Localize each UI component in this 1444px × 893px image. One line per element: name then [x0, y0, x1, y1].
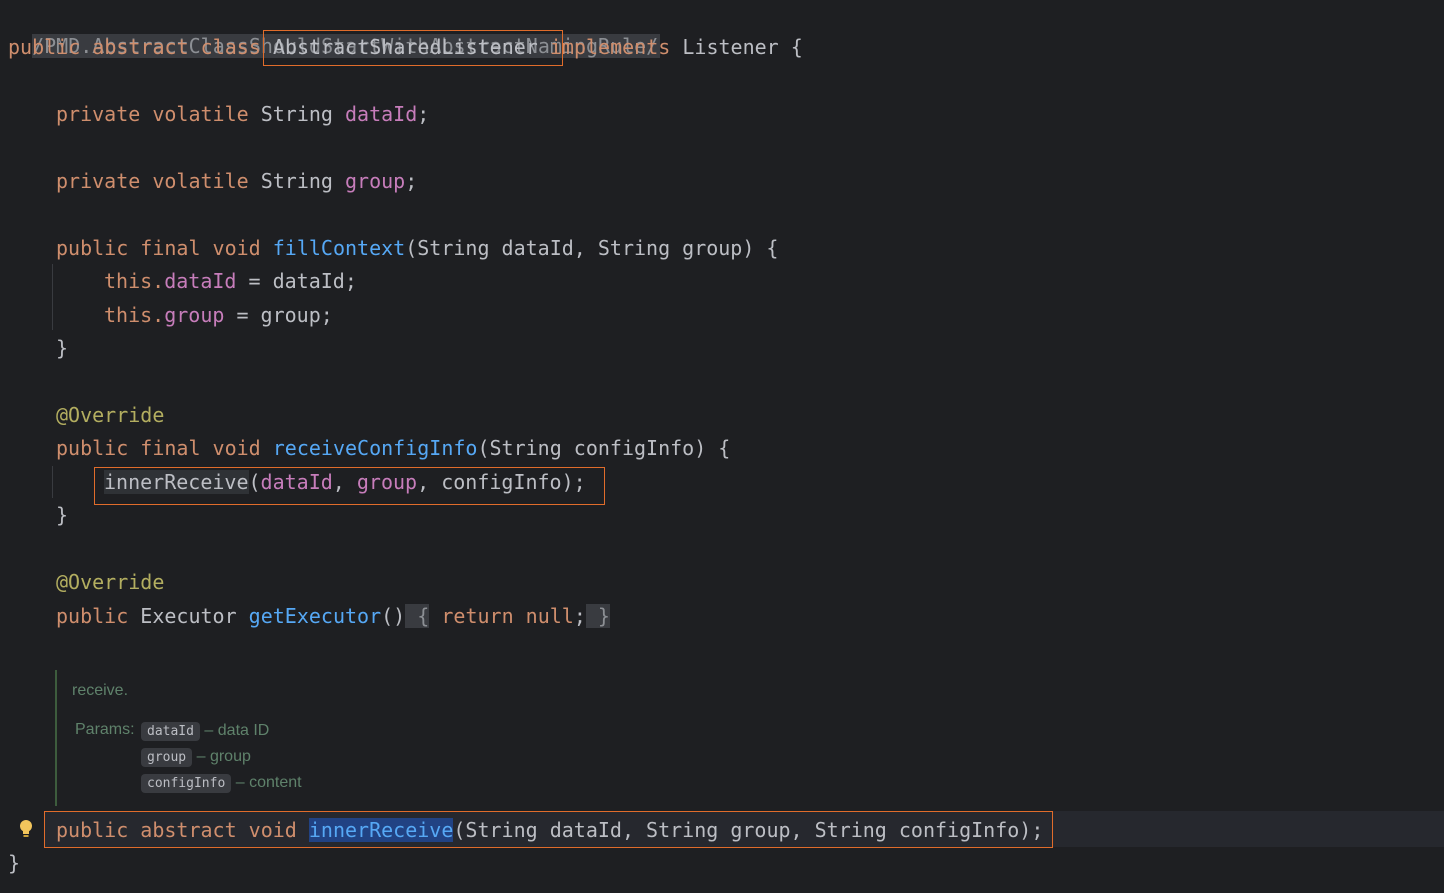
inspection-breadcrumb[interactable]: /PMD.AbstractClassShouldStartWithAbstrac… [8, 0, 661, 58]
statement[interactable]: this.group = group; [104, 299, 333, 331]
type-name[interactable]: Executor [140, 604, 236, 628]
annotation: @Override [56, 570, 165, 594]
interface-name[interactable]: Listener [682, 35, 778, 59]
statement[interactable]: this.dataId = dataId; [104, 265, 357, 297]
method-receiveconfiginfo-signature[interactable]: public final void receiveConfigInfo(Stri… [56, 432, 730, 464]
modifiers: private volatile [56, 169, 249, 193]
method-name[interactable]: fillContext [273, 236, 405, 260]
doc-param: dataId – data ID [141, 720, 269, 742]
brace: } [56, 336, 69, 360]
semicolon: ; [417, 102, 430, 126]
doc-param: group – group [141, 746, 251, 768]
separator: , [332, 470, 357, 494]
field-name[interactable]: group [345, 169, 405, 193]
indent-guide [52, 264, 53, 330]
folded-region-end[interactable]: } [585, 604, 610, 628]
keyword: public [8, 35, 81, 59]
keyword: class [200, 35, 261, 59]
param-desc: – data ID [204, 722, 270, 739]
class-closing-brace: } [8, 847, 20, 879]
argument-rest: , configInfo); [417, 470, 586, 494]
annotation-override: @Override [56, 566, 164, 598]
type-name: String [260, 102, 333, 126]
field-ref[interactable]: dataId [164, 269, 236, 293]
method-name[interactable]: innerReceive [308, 818, 454, 842]
this-keyword: this. [104, 269, 165, 293]
assignment: = dataId; [236, 269, 357, 293]
keyword: null [525, 604, 574, 628]
argument[interactable]: dataId [261, 470, 333, 494]
assignment: = group; [224, 303, 333, 327]
field-dataid[interactable]: private volatile String dataId; [56, 98, 429, 130]
field-ref[interactable]: group [164, 303, 224, 327]
doc-param: configInfo – content [141, 772, 302, 794]
parameters: (String dataId, String group, String con… [453, 818, 1044, 842]
parameters: (String dataId, String group) { [405, 236, 779, 260]
class-name[interactable]: AbstractSharedListener [273, 35, 538, 59]
keyword: return [441, 604, 514, 628]
method-name[interactable]: getExecutor [249, 604, 381, 628]
argument[interactable]: group [357, 470, 417, 494]
modifiers: public final void [56, 436, 261, 460]
modifiers: private volatile [56, 102, 249, 126]
method-call[interactable]: innerReceive [104, 470, 249, 494]
param-name: configInfo [141, 774, 232, 793]
param-desc: – content [235, 774, 302, 791]
param-desc: – group [196, 748, 251, 765]
semicolon: ; [405, 169, 418, 193]
abstract-method-declaration[interactable]: public abstract void innerReceive(String… [56, 814, 1043, 846]
param-name: group [141, 748, 193, 767]
paren: ( [248, 470, 261, 494]
lightbulb-icon[interactable] [16, 818, 36, 840]
inner-receive-call[interactable]: innerReceive(dataId, group, configInfo); [104, 466, 586, 498]
brace: } [56, 503, 69, 527]
parens: () [381, 604, 406, 628]
editor-gutter [0, 0, 5, 893]
modifiers: public abstract void [56, 818, 297, 842]
param-name: dataId [141, 722, 200, 741]
keyword: implements [549, 35, 671, 59]
brace: } [8, 851, 21, 875]
field-name[interactable]: dataId [345, 102, 417, 126]
parameters: (String configInfo) { [477, 436, 731, 460]
field-group[interactable]: private volatile String group; [56, 165, 417, 197]
this-keyword: this. [104, 303, 165, 327]
keyword: abstract [92, 35, 189, 59]
closing-brace: } [56, 499, 68, 531]
type-name: String [260, 169, 333, 193]
doc-description: receive. [72, 682, 129, 699]
method-getexecutor[interactable]: public Executor getExecutor() { return n… [56, 600, 610, 632]
class-declaration[interactable]: public abstract class AbstractSharedList… [8, 31, 803, 63]
brace: { [790, 35, 803, 59]
doc-params-label: Params: [75, 721, 135, 738]
annotation: @Override [56, 403, 165, 427]
method-name[interactable]: receiveConfigInfo [273, 436, 478, 460]
rendered-javadoc[interactable]: receive. Params: dataId – data ID group … [55, 670, 657, 806]
semicolon: ; [573, 604, 586, 628]
indent-guide [52, 466, 53, 498]
folded-region-start[interactable]: { [405, 604, 430, 628]
modifiers: public final void [56, 236, 261, 260]
keyword: public [56, 604, 129, 628]
method-fillcontext-signature[interactable]: public final void fillContext(String dat… [56, 232, 778, 264]
annotation-override: @Override [56, 399, 164, 431]
closing-brace: } [56, 332, 68, 364]
